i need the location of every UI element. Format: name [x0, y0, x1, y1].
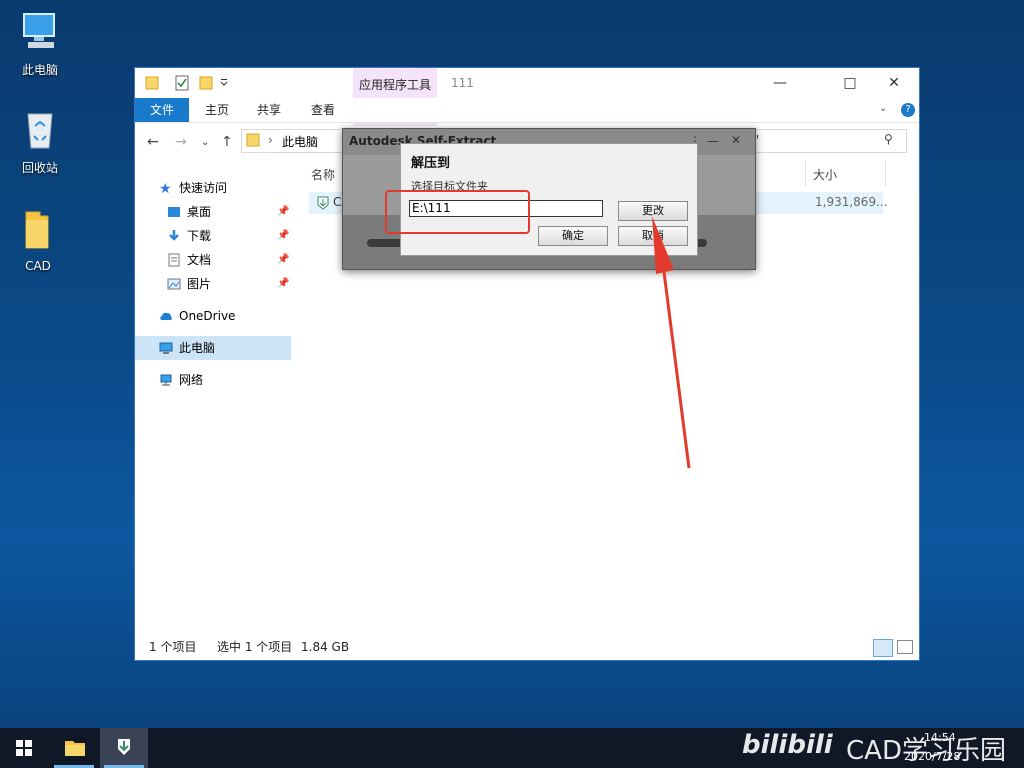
- watermark-logo: bilibili: [742, 730, 833, 760]
- taskbar-self-extract[interactable]: [100, 728, 148, 768]
- taskbar: bilibili CAD学习乐园 14:54 2020/7/28: [0, 728, 1024, 768]
- annotation-arrow: [652, 216, 691, 469]
- installer-icon: [118, 739, 130, 755]
- windows-icon: [16, 740, 32, 756]
- clock-date: 2020/7/28: [904, 750, 961, 763]
- folder-icon: [65, 741, 85, 756]
- clock-time: 14:54: [924, 731, 956, 744]
- start-button[interactable]: [0, 728, 48, 768]
- taskbar-file-explorer[interactable]: [50, 728, 98, 768]
